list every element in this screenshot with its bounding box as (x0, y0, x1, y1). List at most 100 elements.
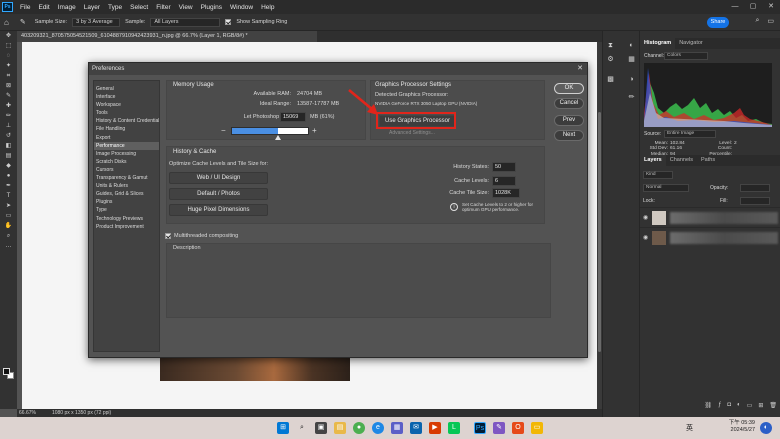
nav-cursors[interactable]: Cursors (94, 166, 159, 174)
nav-file-handling[interactable]: File Handling (94, 125, 159, 133)
group-icon[interactable]: ▭ (747, 402, 753, 411)
eye-icon[interactable]: ◉ (643, 234, 648, 241)
zoom-tool-icon[interactable]: ⌕ (4, 232, 13, 241)
mask-icon[interactable]: ◘ (727, 402, 731, 411)
tab-navigator[interactable]: Navigator (675, 38, 707, 49)
tab-layers[interactable]: Layers (640, 155, 666, 166)
layer-row[interactable]: ◉ (640, 227, 780, 247)
healing-tool-icon[interactable]: ✚ (4, 102, 13, 111)
swatches-panel-icon[interactable]: ▩ (606, 75, 615, 84)
office-icon[interactable]: O (512, 422, 524, 434)
menu-plugins[interactable]: Plugins (197, 4, 226, 11)
brush-tool-icon[interactable]: ✏ (4, 112, 13, 121)
history-states-input[interactable]: 50 (492, 162, 516, 172)
nav-units-rulers[interactable]: Units & Rulers (94, 182, 159, 190)
file-explorer-icon[interactable]: ▤ (334, 422, 346, 434)
next-button[interactable]: Next (554, 130, 584, 141)
line-icon[interactable]: L (448, 422, 460, 434)
huge-pixel-dimensions-button[interactable]: Huge Pixel Dimensions (169, 204, 268, 216)
clone-stamp-tool-icon[interactable]: ⊥ (4, 122, 13, 131)
eraser-tool-icon[interactable]: ◧ (4, 142, 13, 151)
store-icon[interactable]: ▦ (391, 422, 403, 434)
menu-help[interactable]: Help (257, 4, 278, 11)
cancel-button[interactable]: Cancel (554, 98, 584, 109)
opacity-field[interactable] (740, 184, 770, 192)
layer-kind-filter[interactable]: Kind (643, 171, 673, 179)
close-icon[interactable]: ✕ (762, 0, 780, 14)
adjustments-panel-icon[interactable]: ◐ (627, 41, 636, 50)
menu-edit[interactable]: Edit (34, 4, 53, 11)
menu-type[interactable]: Type (104, 4, 126, 11)
search-icon[interactable]: ⌕ (296, 422, 308, 434)
more-tools-icon[interactable]: … (4, 242, 13, 251)
crop-tool-icon[interactable]: ⌗ (4, 72, 13, 81)
minimize-icon[interactable]: — (726, 0, 744, 14)
menu-filter[interactable]: Filter (152, 4, 174, 11)
properties-panel-icon[interactable]: ⚙ (606, 55, 615, 64)
multithreaded-compositing-checkbox[interactable] (165, 233, 171, 239)
home-icon[interactable]: ⌂ (4, 18, 9, 27)
link-icon[interactable]: ⛓ (704, 402, 712, 411)
task-view-icon[interactable]: ▣ (315, 422, 327, 434)
tab-histogram[interactable]: Histogram (640, 38, 676, 49)
share-button[interactable]: Share (707, 17, 729, 28)
trash-icon[interactable]: 🗑 (769, 402, 777, 411)
eye-icon[interactable]: ◉ (643, 214, 648, 221)
media-icon[interactable]: ▶ (429, 422, 441, 434)
nav-workspace[interactable]: Workspace (94, 101, 159, 109)
adjustment-layer-icon[interactable]: ◐ (737, 402, 741, 411)
tab-channels[interactable]: Channels (666, 155, 697, 166)
menu-layer[interactable]: Layer (80, 4, 104, 11)
cache-tile-size-dropdown[interactable]: 1028K (492, 188, 520, 198)
nav-type[interactable]: Type (94, 206, 159, 214)
slider-handle-icon[interactable] (275, 135, 281, 140)
chrome-icon[interactable]: ● (353, 422, 365, 434)
source-dropdown[interactable]: Entire Image (664, 130, 716, 138)
cache-levels-input[interactable]: 6 (492, 176, 516, 186)
tab-paths[interactable]: Paths (697, 155, 719, 166)
nav-technology-previews[interactable]: Technology Previews (94, 215, 159, 223)
libraries-panel-icon[interactable]: ▦ (627, 55, 636, 64)
workspace-icon[interactable]: ▭ (767, 17, 774, 25)
menu-file[interactable]: File (16, 4, 34, 11)
blend-mode-dropdown[interactable]: Normal (643, 184, 689, 192)
magic-wand-tool-icon[interactable]: ✦ (4, 62, 13, 71)
pen-tool-icon[interactable]: ✒ (4, 182, 13, 191)
menu-view[interactable]: View (175, 4, 197, 11)
nav-scratch-disks[interactable]: Scratch Disks (94, 158, 159, 166)
new-layer-icon[interactable]: ⊞ (758, 402, 763, 411)
memory-usage-input[interactable]: 15069 (280, 112, 306, 122)
folder-icon[interactable]: ▭ (531, 422, 543, 434)
nav-product-improvement[interactable]: Product Improvement (94, 223, 159, 231)
layer-row[interactable]: ◉ (640, 207, 780, 227)
copilot-icon[interactable]: ◐ (760, 422, 772, 434)
mail-icon[interactable]: ✉ (410, 422, 422, 434)
hand-tool-icon[interactable]: ✋ (4, 222, 13, 231)
photoshop-taskbar-icon[interactable]: Ps (474, 422, 486, 434)
nav-tools[interactable]: Tools (94, 109, 159, 117)
nav-general[interactable]: General (94, 85, 159, 93)
show-sampling-ring-checkbox[interactable] (225, 19, 232, 25)
nav-interface[interactable]: Interface (94, 93, 159, 101)
scrollbar-thumb[interactable] (598, 112, 601, 352)
move-tool-icon[interactable]: ✥ (4, 32, 13, 41)
history-brush-tool-icon[interactable]: ↺ (4, 132, 13, 141)
sample-dropdown[interactable]: All Layers (150, 17, 221, 27)
menu-image[interactable]: Image (54, 4, 80, 11)
system-clock[interactable]: 下午 05:39 2024/5/27 (729, 420, 755, 434)
color-panel-icon[interactable]: ◑ (627, 75, 636, 84)
nav-guides-grid[interactable]: Guides, Grid & Slices (94, 190, 159, 198)
ok-button[interactable]: OK (554, 83, 584, 94)
blur-tool-icon[interactable]: ◆ (4, 162, 13, 171)
default-photos-button[interactable]: Default / Photos (169, 188, 268, 200)
nav-plugins[interactable]: Plugins (94, 198, 159, 206)
web-ui-design-button[interactable]: Web / UI Design (169, 172, 268, 184)
nav-performance[interactable]: Performance (94, 141, 159, 150)
nav-export[interactable]: Export (94, 134, 159, 142)
close-icon[interactable]: ✕ (577, 63, 583, 75)
nav-image-processing[interactable]: Image Processing (94, 150, 159, 158)
photoshop-logo-icon[interactable]: Ps (2, 2, 13, 12)
brush-panel-icon[interactable]: ✏ (627, 93, 636, 102)
eyedropper-tool-icon[interactable]: ✎ (4, 92, 13, 101)
rectangle-tool-icon[interactable]: ▭ (4, 212, 13, 221)
